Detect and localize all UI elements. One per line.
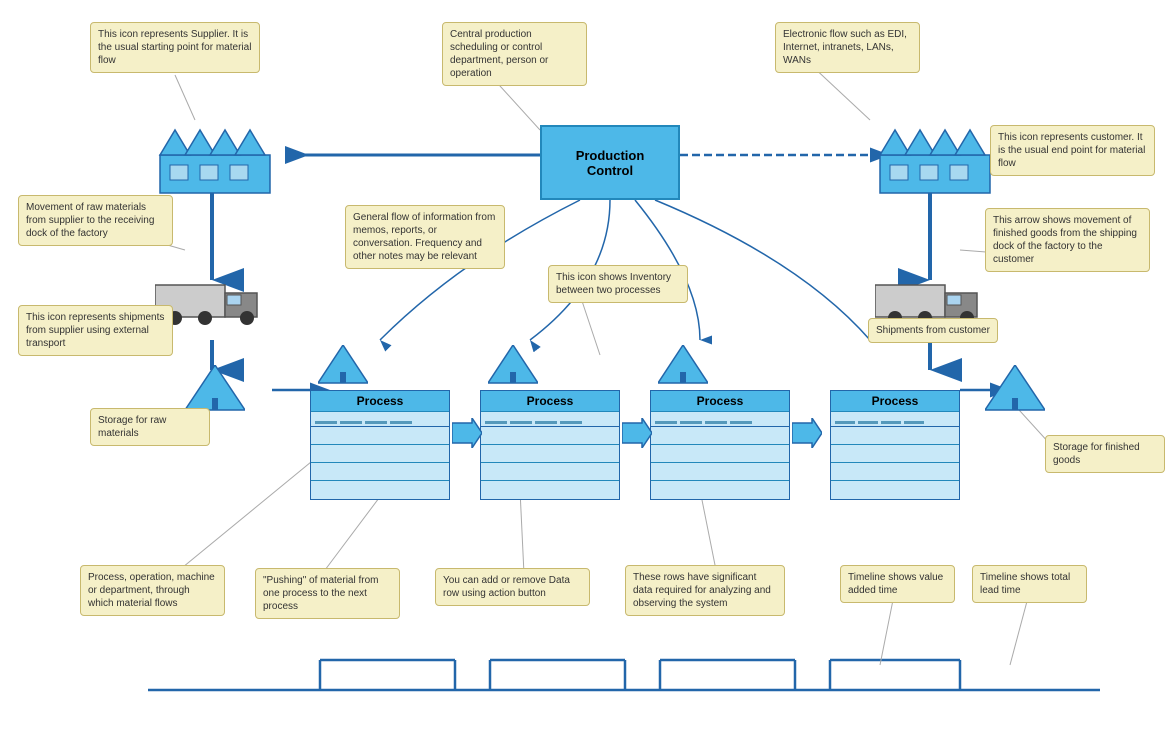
process-4-row4 — [831, 481, 959, 499]
process-3-row2 — [651, 445, 789, 463]
process-box-3: Process — [650, 390, 790, 500]
callout-finished-goods: This arrow shows movement of finished go… — [985, 208, 1150, 272]
callout-pushing-material: "Pushing" of material from one process t… — [255, 568, 400, 619]
callout-raw-material: Movement of raw materials from supplier … — [18, 195, 173, 246]
push-arrow-2-3 — [622, 418, 652, 451]
process-4-header: Process — [831, 391, 959, 412]
production-control-box: Production Control — [540, 125, 680, 200]
supplier-factory — [155, 115, 275, 195]
callout-inventory-icon: This icon shows Inventory between two pr… — [548, 265, 688, 303]
process-2-row2 — [481, 445, 619, 463]
process-3-row3 — [651, 463, 789, 481]
process-2-header: Process — [481, 391, 619, 412]
process-3-row4 — [651, 481, 789, 499]
production-control-label: Production Control — [576, 148, 645, 178]
process-2-row1 — [481, 427, 619, 445]
finished-goods-triangle — [985, 365, 1045, 418]
process-box-1: Process — [310, 390, 450, 500]
push-arrow-3-4 — [792, 418, 822, 451]
callout-info-flow: General flow of information from memos, … — [345, 205, 505, 269]
process-3-row1 — [651, 427, 789, 445]
callout-storage-finished: Storage for finished goods — [1045, 435, 1165, 473]
process3-triangle — [658, 345, 708, 390]
callout-electronic-flow: Electronic flow such as EDI, Internet, i… — [775, 22, 920, 73]
process-1-row4 — [311, 481, 449, 499]
callout-prod-control: Central production scheduling or control… — [442, 22, 587, 86]
process-1-row3 — [311, 463, 449, 481]
callout-supplier-icon: This icon represents Supplier. It is the… — [90, 22, 260, 73]
process-4-row2 — [831, 445, 959, 463]
callout-storage-raw: Storage for raw materials — [90, 408, 210, 446]
callout-customer-icon: This icon represents customer. It is the… — [990, 125, 1155, 176]
customer-factory — [875, 115, 995, 195]
push-arrow-1-2 — [452, 418, 482, 451]
process1-triangle — [318, 345, 368, 390]
process-2-row3 — [481, 463, 619, 481]
process-4-row1 — [831, 427, 959, 445]
callout-add-remove-rows: You can add or remove Data row using act… — [435, 568, 590, 606]
callout-process-machine: Process, operation, machine or departmen… — [80, 565, 225, 616]
callout-significant-rows: These rows have significant data require… — [625, 565, 785, 616]
process-box-4: Process — [830, 390, 960, 500]
process-2-row4 — [481, 481, 619, 499]
process-box-2: Process — [480, 390, 620, 500]
process-1-row2 — [311, 445, 449, 463]
process-4-row3 — [831, 463, 959, 481]
process2-triangle — [488, 345, 538, 390]
process-1-row1 — [311, 427, 449, 445]
callout-shipment-supplier: This icon represents shipments from supp… — [18, 305, 173, 356]
callout-timeline-lead: Timeline shows total lead time — [972, 565, 1087, 603]
callout-shipments-customer: Shipments from customer — [868, 318, 998, 343]
process-3-header: Process — [651, 391, 789, 412]
process-1-header: Process — [311, 391, 449, 412]
callout-timeline-value: Timeline shows value added time — [840, 565, 955, 603]
